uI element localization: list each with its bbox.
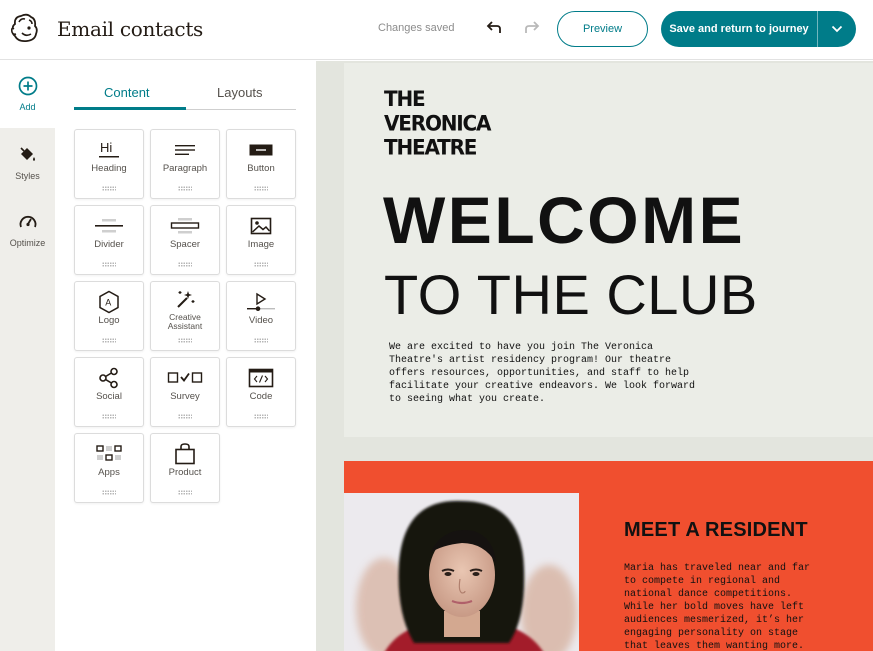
save-and-return-button[interactable]: Save and return to journey: [661, 11, 856, 47]
plus-circle-icon: [18, 76, 37, 96]
drag-handle[interactable]: [254, 414, 268, 419]
resident-photo[interactable]: [344, 493, 579, 651]
rail-item-label: Optimize: [9, 238, 46, 248]
drag-handle[interactable]: [102, 186, 116, 191]
drag-handle[interactable]: [254, 186, 268, 191]
block-creative-assistant[interactable]: Creative Assistant: [150, 281, 220, 351]
block-label: Survey: [170, 391, 200, 402]
hero-section[interactable]: THE VERONICA THEATRE WELCOME TO THE CLUB…: [344, 63, 873, 437]
undo-icon[interactable]: [484, 18, 504, 38]
rail-item-styles[interactable]: Styles: [0, 130, 55, 197]
block-label: Social: [96, 391, 122, 402]
rail-item-label: Add: [19, 102, 36, 112]
rail-item-add[interactable]: Add: [0, 61, 55, 128]
block-social[interactable]: Social: [74, 357, 144, 427]
video-icon: [247, 292, 275, 311]
page-title: Email contacts: [57, 17, 204, 41]
block-divider[interactable]: Divider: [74, 205, 144, 275]
drag-handle[interactable]: [254, 262, 268, 267]
spacer-icon: [170, 218, 200, 234]
save-and-return-label: Save and return to journey: [669, 23, 809, 35]
block-apps[interactable]: Apps: [74, 433, 144, 503]
block-heading[interactable]: Hi Heading: [74, 129, 144, 199]
block-label: Button: [247, 163, 275, 174]
drag-handle[interactable]: [178, 414, 192, 419]
block-code[interactable]: Code: [226, 357, 296, 427]
drag-handle[interactable]: [178, 262, 192, 267]
svg-text:Hi: Hi: [100, 140, 112, 155]
block-survey[interactable]: Survey: [150, 357, 220, 427]
block-label: Apps: [98, 467, 120, 478]
tab-content[interactable]: Content: [104, 85, 150, 100]
block-label: Creative Assistant: [167, 312, 203, 331]
block-label: Heading: [91, 163, 127, 174]
share-icon: [99, 367, 118, 389]
drag-handle[interactable]: [102, 414, 116, 419]
block-video[interactable]: Video: [226, 281, 296, 351]
left-rail: Add Styles Optimize: [0, 61, 55, 651]
club-heading[interactable]: TO THE CLUB: [384, 264, 758, 326]
block-label: Code: [249, 391, 273, 402]
block-label: Logo: [98, 315, 120, 326]
block-spacer[interactable]: Spacer: [150, 205, 220, 275]
resident-heading[interactable]: MEET A RESIDENT: [624, 519, 808, 542]
redo-icon[interactable]: [522, 18, 542, 38]
drag-handle[interactable]: [102, 262, 116, 267]
drag-handle[interactable]: [178, 186, 192, 191]
tab-layouts[interactable]: Layouts: [217, 85, 263, 100]
block-label: Image: [247, 239, 275, 250]
brand-logo-text[interactable]: THE VERONICA THEATRE: [384, 87, 491, 159]
content-panel: Content Layouts Hi Heading Paragraph But…: [55, 61, 316, 651]
resident-bio[interactable]: Maria has traveled near and far to compe…: [624, 562, 834, 651]
block-label: Product: [168, 467, 202, 478]
save-status: Changes saved: [378, 22, 455, 34]
active-tab-indicator: [74, 107, 186, 110]
drag-handle[interactable]: [254, 338, 268, 343]
resident-photo-image: [344, 493, 579, 651]
block-label: Video: [248, 315, 274, 326]
mailchimp-logo-icon[interactable]: [9, 12, 41, 44]
logo-icon: A: [99, 290, 119, 314]
block-label: Divider: [94, 239, 124, 250]
heading-icon: Hi: [99, 140, 119, 158]
block-paragraph[interactable]: Paragraph: [150, 129, 220, 199]
email-preview-canvas: THE VERONICA THEATRE WELCOME TO THE CLUB…: [316, 61, 873, 651]
svg-text:A: A: [105, 298, 111, 308]
code-icon: [248, 368, 274, 388]
top-bar: Email contacts Changes saved Preview Sav…: [0, 0, 873, 60]
drag-handle[interactable]: [178, 338, 192, 343]
welcome-heading[interactable]: WELCOME: [383, 185, 745, 255]
survey-icon: [167, 372, 203, 383]
block-product[interactable]: Product: [150, 433, 220, 503]
block-label: Spacer: [169, 239, 201, 250]
save-options-dropdown[interactable]: [818, 11, 856, 47]
rail-item-optimize[interactable]: Optimize: [0, 197, 55, 264]
drag-handle[interactable]: [178, 490, 192, 495]
apps-icon: [96, 445, 122, 461]
preview-button[interactable]: Preview: [557, 11, 648, 47]
drag-handle[interactable]: [102, 490, 116, 495]
magic-wand-icon: [177, 291, 195, 308]
rail-item-label: Styles: [15, 171, 40, 181]
image-icon: [250, 217, 272, 235]
paint-bucket-icon: [19, 147, 35, 161]
paragraph-icon: [175, 145, 195, 155]
panel-tabs: Content Layouts: [74, 79, 296, 110]
divider-icon: [95, 219, 123, 233]
block-button[interactable]: Button: [226, 129, 296, 199]
drag-handle[interactable]: [102, 338, 116, 343]
chevron-down-icon: [831, 25, 843, 33]
button-icon: [249, 144, 273, 156]
resident-section[interactable]: MEET A RESIDENT Maria has traveled near …: [344, 461, 873, 651]
gauge-icon: [19, 215, 36, 228]
block-logo[interactable]: A Logo: [74, 281, 144, 351]
block-label: Paragraph: [162, 163, 208, 174]
intro-paragraph[interactable]: We are excited to have you join The Vero…: [389, 341, 719, 406]
shopping-bag-icon: [175, 443, 195, 465]
block-image[interactable]: Image: [226, 205, 296, 275]
